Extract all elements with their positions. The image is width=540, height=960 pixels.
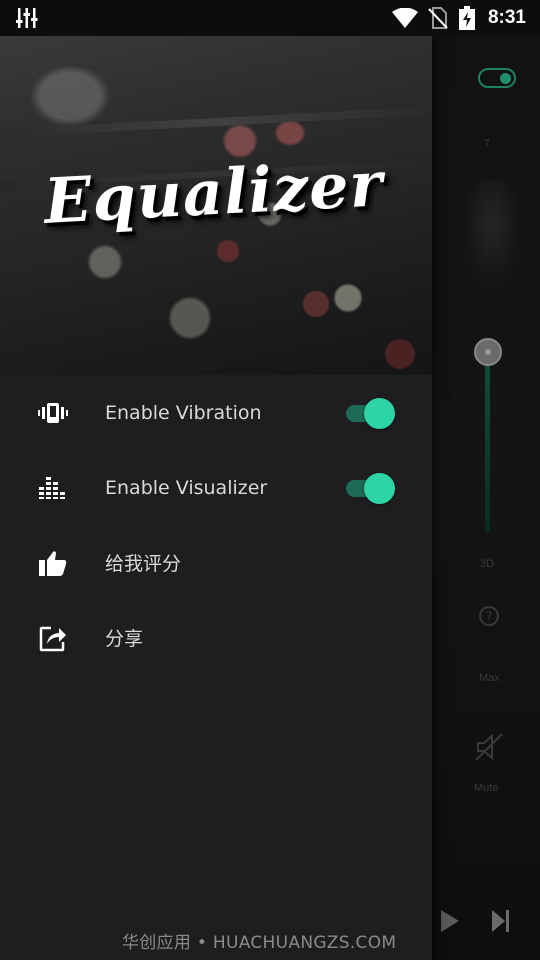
watermark-text: 华创应用 • HUACHUANGZS.COM (122, 933, 397, 953)
menu-item-label: 分享 (105, 628, 144, 650)
menu-item-label: 给我评分 (105, 553, 182, 575)
menu-item-enable-visualizer[interactable]: Enable Visualizer (0, 450, 432, 525)
status-time: 8:31 (487, 7, 526, 28)
drawer-header-image: Equalizer (0, 36, 432, 375)
share-icon (38, 623, 68, 653)
app-logo-title: Equalizer (42, 147, 385, 238)
mixer-strip (0, 106, 432, 138)
vibration-toggle[interactable] (346, 397, 396, 429)
battery-charging-icon (459, 6, 475, 30)
bg-label-seven: 7 (484, 138, 491, 150)
status-bar: 8:31 (0, 0, 540, 36)
bg-bass-knob (462, 180, 522, 290)
visualizer-toggle[interactable] (346, 472, 396, 504)
menu-item-share[interactable]: 分享 (0, 600, 432, 675)
bg-label-max: Max (479, 672, 500, 684)
bg-label-3d: 3D (480, 558, 495, 570)
help-icon: ? (479, 606, 499, 626)
bg-slider-track (485, 362, 490, 532)
thumbs-up-icon (38, 548, 68, 578)
vibration-icon (38, 398, 68, 428)
no-sim-icon (428, 7, 448, 29)
skip-next-icon (492, 910, 509, 932)
bg-power-switch (478, 68, 516, 88)
menu-item-rate[interactable]: 给我评分 (0, 525, 432, 600)
equalizer-notification-icon (16, 8, 38, 28)
menu-item-label: Enable Vibration (105, 401, 262, 424)
bg-label-mute: Mute (474, 782, 499, 794)
mute-icon (475, 733, 503, 761)
bg-slider-thumb (474, 338, 502, 366)
wifi-icon (392, 8, 418, 28)
play-icon (441, 910, 459, 932)
navigation-drawer: Equalizer Enable Vibration Enable Visual… (0, 36, 432, 960)
drawer-menu: Enable Vibration Enable Visualizer 给我评分 … (0, 375, 432, 675)
menu-item-label: Enable Visualizer (105, 476, 268, 499)
visualizer-icon (38, 473, 68, 503)
menu-item-enable-vibration[interactable]: Enable Vibration (0, 375, 432, 450)
